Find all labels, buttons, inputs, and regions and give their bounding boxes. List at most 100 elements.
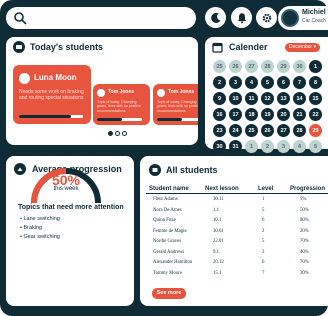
calendar-day[interactable]: 26 bbox=[229, 60, 242, 73]
bell-icon bbox=[237, 12, 246, 23]
student-progress-bar bbox=[157, 118, 198, 121]
table-cell: 6 bbox=[262, 260, 265, 265]
calendar-day[interactable]: 20 bbox=[277, 108, 290, 121]
table-cell-name: Gerald Andrews bbox=[153, 249, 185, 255]
progression-icon bbox=[14, 163, 26, 175]
user-profile[interactable]: Michiel Car Coach bbox=[278, 6, 328, 30]
calendar-day[interactable]: 28 bbox=[261, 60, 274, 73]
table-cell: 20% bbox=[300, 228, 309, 234]
calendar-icon bbox=[212, 42, 223, 53]
see-more-button[interactable]: See more bbox=[152, 288, 186, 299]
dark-mode-button[interactable] bbox=[205, 7, 226, 28]
student-description: Topic of today: Changing gears, lines wi… bbox=[157, 100, 198, 113]
attention-topic: • Braking bbox=[20, 225, 43, 231]
table-cell: 9.1 bbox=[213, 249, 219, 255]
carousel-dot[interactable] bbox=[115, 131, 120, 136]
column-header: Level bbox=[258, 186, 274, 192]
calendar-day[interactable]: 4 bbox=[293, 140, 306, 153]
student-avatar bbox=[19, 73, 30, 84]
column-header: Next lesson bbox=[205, 186, 239, 192]
calendar-day[interactable]: 2 bbox=[213, 76, 226, 89]
calendar-day[interactable]: 26 bbox=[261, 124, 274, 137]
student-avatar bbox=[157, 89, 165, 97]
column-header: Student name bbox=[149, 186, 189, 192]
student-card[interactable]: Tom Jones Topic of today: Changing gears… bbox=[93, 84, 150, 125]
calendar-day[interactable]: 3 bbox=[277, 140, 290, 153]
table-cell-name: Nordie Graves bbox=[153, 239, 182, 244]
chevron-down-icon: ▾ bbox=[313, 44, 316, 50]
calendar-day[interactable]: 31 bbox=[229, 140, 242, 153]
calendar-day[interactable]: 14 bbox=[293, 92, 306, 105]
attention-topics-title: Topics that need more attention bbox=[18, 204, 124, 211]
table-cell: 80% bbox=[300, 218, 309, 223]
calendar-day[interactable]: 25 bbox=[245, 124, 258, 137]
calendar-day[interactable]: 5 bbox=[261, 76, 274, 89]
calendar-day[interactable]: 15 bbox=[309, 92, 322, 105]
student-name: Tom Jones bbox=[108, 89, 135, 95]
table-cell: 40% bbox=[300, 249, 309, 255]
calendar-day[interactable]: 1 bbox=[245, 140, 258, 153]
table-cell: 5 bbox=[262, 207, 265, 213]
calendar-day[interactable]: 27 bbox=[245, 60, 258, 73]
student-progress-bar bbox=[97, 118, 142, 121]
month-select[interactable]: December ▾ bbox=[285, 43, 320, 52]
calendar-day[interactable]: 7 bbox=[293, 76, 306, 89]
table-cell: 30.01 bbox=[213, 228, 224, 234]
table-cell: 1 bbox=[262, 197, 265, 202]
table-cell: 22.01 bbox=[213, 239, 224, 244]
attention-topic: • Lane switching bbox=[20, 216, 60, 222]
table-cell-name: Quinn Fitze bbox=[153, 218, 176, 223]
calendar-day[interactable]: 24 bbox=[229, 124, 242, 137]
calendar-day[interactable]: 1 bbox=[309, 60, 322, 73]
notifications-button[interactable] bbox=[231, 7, 252, 28]
table-cell: 50% bbox=[300, 207, 309, 213]
table-cell: 70% bbox=[300, 239, 309, 244]
carousel-dot[interactable] bbox=[108, 131, 113, 136]
student-card[interactable]: Tom Jones Topic of today: Changing gears… bbox=[153, 84, 198, 125]
student-card[interactable]: Luna Moon Needs some work on braking and… bbox=[13, 65, 91, 124]
moon-icon bbox=[210, 12, 220, 23]
calendar-day[interactable]: 30 bbox=[293, 60, 306, 73]
student-name: Tom Jones bbox=[168, 89, 195, 95]
calendar-day[interactable]: 28 bbox=[293, 124, 306, 137]
calendar-day[interactable]: 8 bbox=[309, 76, 322, 89]
calendar-day[interactable]: 6 bbox=[277, 76, 290, 89]
column-header: Progression bbox=[290, 186, 326, 192]
table-cell: 7 bbox=[262, 270, 265, 276]
month-select-label: December bbox=[289, 44, 313, 50]
calendar-day[interactable]: 4 bbox=[245, 76, 258, 89]
calendar-day[interactable]: 30 bbox=[213, 140, 226, 153]
calendar-day[interactable]: 12 bbox=[261, 92, 274, 105]
table-cell: 20.12 bbox=[213, 260, 224, 265]
attention-topic-label: Lane switching bbox=[23, 216, 60, 222]
calendar-day[interactable]: 29 bbox=[277, 60, 290, 73]
calendar-day[interactable]: 3 bbox=[229, 76, 242, 89]
calendar-day[interactable]: 23 bbox=[213, 124, 226, 137]
search-input[interactable] bbox=[6, 7, 196, 29]
table-cell-name: Tommy Moore bbox=[153, 270, 182, 276]
calendar-day[interactable]: 19 bbox=[261, 108, 274, 121]
calendar-day[interactable]: 9 bbox=[213, 92, 226, 105]
attention-topic-label: Braking bbox=[23, 225, 43, 231]
avatar bbox=[281, 9, 299, 27]
calendar-day[interactable]: 21 bbox=[293, 108, 306, 121]
calendar-day[interactable]: 16 bbox=[213, 108, 226, 121]
calendar-day[interactable]: 10 bbox=[229, 92, 242, 105]
carousel-pagination[interactable] bbox=[108, 131, 127, 136]
all-students-title: All students bbox=[166, 165, 218, 175]
calendar-day[interactable]: 27 bbox=[277, 124, 290, 137]
calendar-day[interactable]: 17 bbox=[229, 108, 242, 121]
calendar-day[interactable]: 11 bbox=[245, 92, 258, 105]
calendar-day[interactable]: 25 bbox=[213, 60, 226, 73]
calendar-day[interactable]: 22 bbox=[309, 108, 322, 121]
carousel-dot[interactable] bbox=[122, 131, 127, 136]
calendar-day[interactable]: 2 bbox=[261, 140, 274, 153]
table-cell: 30% bbox=[300, 270, 309, 276]
table-cell: 1.1 bbox=[213, 207, 219, 213]
calendar-day[interactable]: 29 bbox=[309, 124, 322, 137]
calendar-day[interactable]: 13 bbox=[277, 92, 290, 105]
student-description: Needs some work on braking and routing s… bbox=[19, 89, 84, 102]
settings-button[interactable] bbox=[256, 7, 277, 28]
calendar-day[interactable]: 5 bbox=[309, 140, 322, 153]
calendar-day[interactable]: 18 bbox=[245, 108, 258, 121]
